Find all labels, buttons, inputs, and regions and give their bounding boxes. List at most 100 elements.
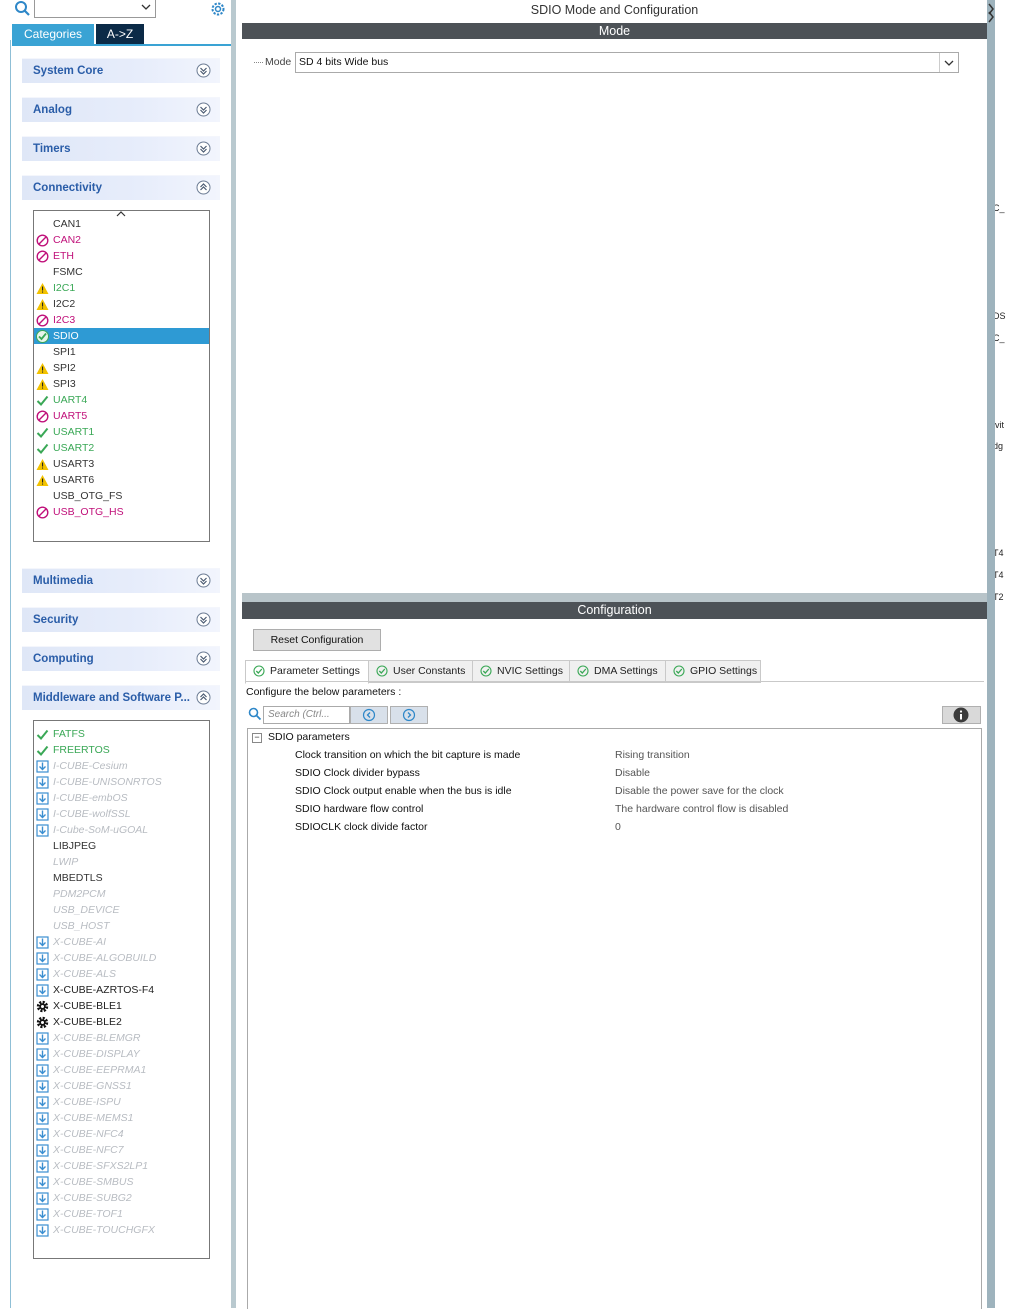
- list-item-libjpeg[interactable]: LIBJPEG: [34, 838, 209, 854]
- list-item-x-cube-smbus[interactable]: X-CUBE-SMBUS: [34, 1174, 209, 1190]
- parameter-value[interactable]: The hardware control flow is disabled: [615, 800, 788, 818]
- category-middleware[interactable]: Middleware and Software P...: [22, 685, 220, 710]
- list-item-usb-device[interactable]: USB_DEVICE: [34, 902, 209, 918]
- list-item-x-cube-touchgfx[interactable]: X-CUBE-TOUCHGFX: [34, 1222, 209, 1238]
- list-item-usart1[interactable]: USART1: [34, 424, 209, 440]
- list-item-x-cube-azrtos-f4[interactable]: X-CUBE-AZRTOS-F4: [34, 982, 209, 998]
- list-item-x-cube-ble1[interactable]: X-CUBE-BLE1: [34, 998, 209, 1014]
- list-item-i-cube-embos[interactable]: I-CUBE-embOS: [34, 790, 209, 806]
- mode-select-dropdown[interactable]: [939, 53, 958, 72]
- middleware-list[interactable]: FATFS FREERTOS I-CUBE-Cesium I-CUBE-UNISONR…: [33, 720, 210, 1259]
- category-analog[interactable]: Analog: [22, 97, 220, 122]
- list-item-x-cube-algobuild[interactable]: X-CUBE-ALGOBUILD: [34, 950, 209, 966]
- list-item-label: I-CUBE-UNISONRTOS: [53, 776, 162, 788]
- search-combo[interactable]: [34, 0, 156, 18]
- list-item-x-cube-subg2[interactable]: X-CUBE-SUBG2: [34, 1190, 209, 1206]
- list-item-x-cube-display[interactable]: X-CUBE-DISPLAY: [34, 1046, 209, 1062]
- list-item-x-cube-sfxs2lp1[interactable]: X-CUBE-SFXS2LP1: [34, 1158, 209, 1174]
- list-item-spi2[interactable]: SPI2: [34, 360, 209, 376]
- list-item-x-cube-blemgr[interactable]: X-CUBE-BLEMGR: [34, 1030, 209, 1046]
- list-item-pdm2pcm[interactable]: PDM2PCM: [34, 886, 209, 902]
- list-item-freertos[interactable]: FREERTOS: [34, 742, 209, 758]
- list-item-x-cube-als[interactable]: X-CUBE-ALS: [34, 966, 209, 982]
- parameter-row[interactable]: Clock transition on which the bit captur…: [248, 746, 981, 764]
- parameter-row[interactable]: SDIO Clock output enable when the bus is…: [248, 782, 981, 800]
- reset-configuration-button[interactable]: Reset Configuration: [253, 629, 381, 651]
- search-previous-button[interactable]: [350, 706, 388, 724]
- list-item-x-cube-tof1[interactable]: X-CUBE-TOF1: [34, 1206, 209, 1222]
- tab-dma-settings[interactable]: DMA Settings: [569, 660, 666, 683]
- warning-icon: [36, 363, 49, 374]
- list-item-x-cube-ble2[interactable]: X-CUBE-BLE2: [34, 1014, 209, 1030]
- tab-gpio-settings[interactable]: GPIO Settings: [665, 660, 761, 683]
- list-item-x-cube-ai[interactable]: X-CUBE-AI: [34, 934, 209, 950]
- tab-user-constants[interactable]: User Constants: [368, 660, 473, 683]
- list-item-x-cube-ispu[interactable]: X-CUBE-ISPU: [34, 1094, 209, 1110]
- list-item-i2c2[interactable]: I2C2: [34, 296, 209, 312]
- info-button[interactable]: [942, 706, 981, 724]
- collapse-toggle[interactable]: −: [252, 733, 262, 743]
- parameter-row[interactable]: SDIO Clock divider bypass Disable: [248, 764, 981, 782]
- parameter-value[interactable]: Disable: [615, 764, 650, 782]
- list-item-x-cube-mems1[interactable]: X-CUBE-MEMS1: [34, 1110, 209, 1126]
- parameter-search-input[interactable]: Search (Ctrl...: [263, 706, 350, 724]
- horizontal-splitter[interactable]: [242, 593, 987, 602]
- gear-icon[interactable]: [209, 0, 227, 18]
- info-icon: [953, 707, 969, 723]
- list-item-usart2[interactable]: USART2: [34, 440, 209, 456]
- list-item-sdio[interactable]: SDIO: [34, 328, 209, 344]
- search-icon[interactable]: [14, 0, 32, 18]
- list-item-i-cube-som-ugoal[interactable]: I-Cube-SoM-uGOAL: [34, 822, 209, 838]
- parameter-row[interactable]: SDIOCLK clock divide factor 0: [248, 818, 981, 836]
- list-item-usb-host[interactable]: USB_HOST: [34, 918, 209, 934]
- list-item-x-cube-gnss1[interactable]: X-CUBE-GNSS1: [34, 1078, 209, 1094]
- category-connectivity[interactable]: Connectivity: [22, 175, 220, 200]
- list-item-x-cube-nfc4[interactable]: X-CUBE-NFC4: [34, 1126, 209, 1142]
- list-item-uart4[interactable]: UART4: [34, 392, 209, 408]
- list-item-i2c3[interactable]: I2C3: [34, 312, 209, 328]
- list-item-i-cube-wolfssl[interactable]: I-CUBE-wolfSSL: [34, 806, 209, 822]
- edge-text: dg: [995, 441, 1004, 451]
- list-item-fsmc[interactable]: FSMC: [34, 264, 209, 280]
- mode-select[interactable]: SD 4 bits Wide bus: [295, 52, 959, 73]
- list-item-x-cube-eeprma1[interactable]: X-CUBE-EEPRMA1: [34, 1062, 209, 1078]
- list-item-usart6[interactable]: USART6: [34, 472, 209, 488]
- parameter-value[interactable]: 0: [615, 818, 621, 836]
- parameter-row[interactable]: SDIO hardware flow control The hardware c…: [248, 800, 981, 818]
- list-item-label: LIBJPEG: [53, 840, 97, 852]
- parameter-tree[interactable]: − SDIO parameters Clock transition on wh…: [247, 728, 982, 1309]
- category-computing[interactable]: Computing: [22, 646, 220, 671]
- tab-a-z[interactable]: A->Z: [96, 24, 144, 44]
- list-item-usart3[interactable]: USART3: [34, 456, 209, 472]
- list-item-fatfs[interactable]: FATFS: [34, 726, 209, 742]
- tab-nvic-settings[interactable]: NVIC Settings: [472, 660, 570, 683]
- list-item-usb-otg-fs[interactable]: USB_OTG_FS: [34, 488, 209, 504]
- list-item-i-cube-unisonrtos[interactable]: I-CUBE-UNISONRTOS: [34, 774, 209, 790]
- list-item-x-cube-nfc7[interactable]: X-CUBE-NFC7: [34, 1142, 209, 1158]
- parameter-value[interactable]: Disable the power save for the clock: [615, 782, 784, 800]
- tab-categories[interactable]: Categories: [12, 24, 94, 44]
- list-item-can1[interactable]: CAN1: [34, 216, 209, 232]
- list-item-eth[interactable]: ETH: [34, 248, 209, 264]
- list-item-lwip[interactable]: LWIP: [34, 854, 209, 870]
- list-item-i2c1[interactable]: I2C1: [34, 280, 209, 296]
- list-item-uart5[interactable]: UART5: [34, 408, 209, 424]
- expand-icon: [196, 612, 211, 627]
- collapse-arrow-icon[interactable]: [987, 2, 995, 24]
- category-label: Connectivity: [33, 182, 103, 194]
- category-timers[interactable]: Timers: [22, 136, 220, 161]
- list-item-spi1[interactable]: SPI1: [34, 344, 209, 360]
- list-item-i-cube-cesium[interactable]: I-CUBE-Cesium: [34, 758, 209, 774]
- list-item-usb-otg-hs[interactable]: USB_OTG_HS: [34, 504, 209, 520]
- edge-text: T4: [995, 570, 1004, 580]
- category-system-core[interactable]: System Core: [22, 58, 220, 83]
- right-splitter[interactable]: [987, 0, 995, 1308]
- search-next-button[interactable]: [390, 706, 428, 724]
- list-item-mbedtls[interactable]: MBEDTLS: [34, 870, 209, 886]
- connectivity-list[interactable]: CAN1 CAN2 ETH FSMC I2C1 I2C2 I2C3 SDIO SPI1 SPI2 S…: [33, 210, 210, 542]
- list-item-can2[interactable]: CAN2: [34, 232, 209, 248]
- category-multimedia[interactable]: Multimedia: [22, 568, 220, 593]
- category-security[interactable]: Security: [22, 607, 220, 632]
- parameter-value[interactable]: Rising transition: [615, 746, 690, 764]
- list-item-spi3[interactable]: SPI3: [34, 376, 209, 392]
